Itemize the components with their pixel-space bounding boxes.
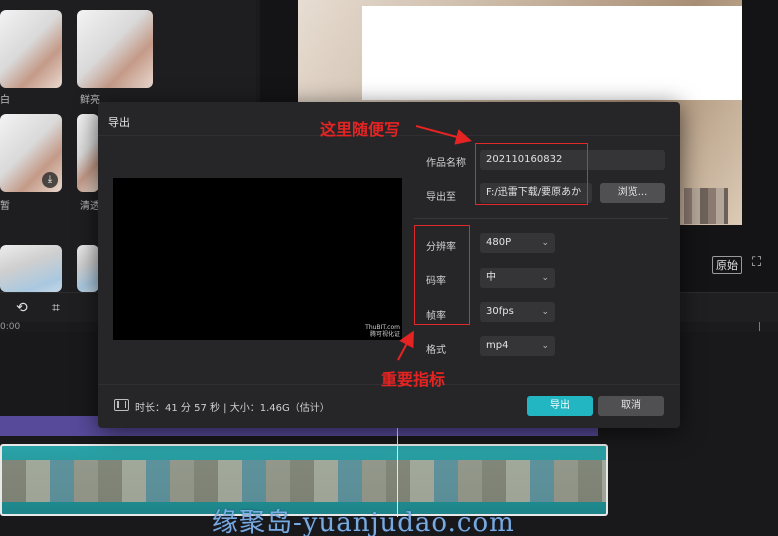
site-watermark: 缘聚岛-yuanjudao.com bbox=[212, 508, 515, 536]
annotation-arrows bbox=[397, 125, 472, 361]
